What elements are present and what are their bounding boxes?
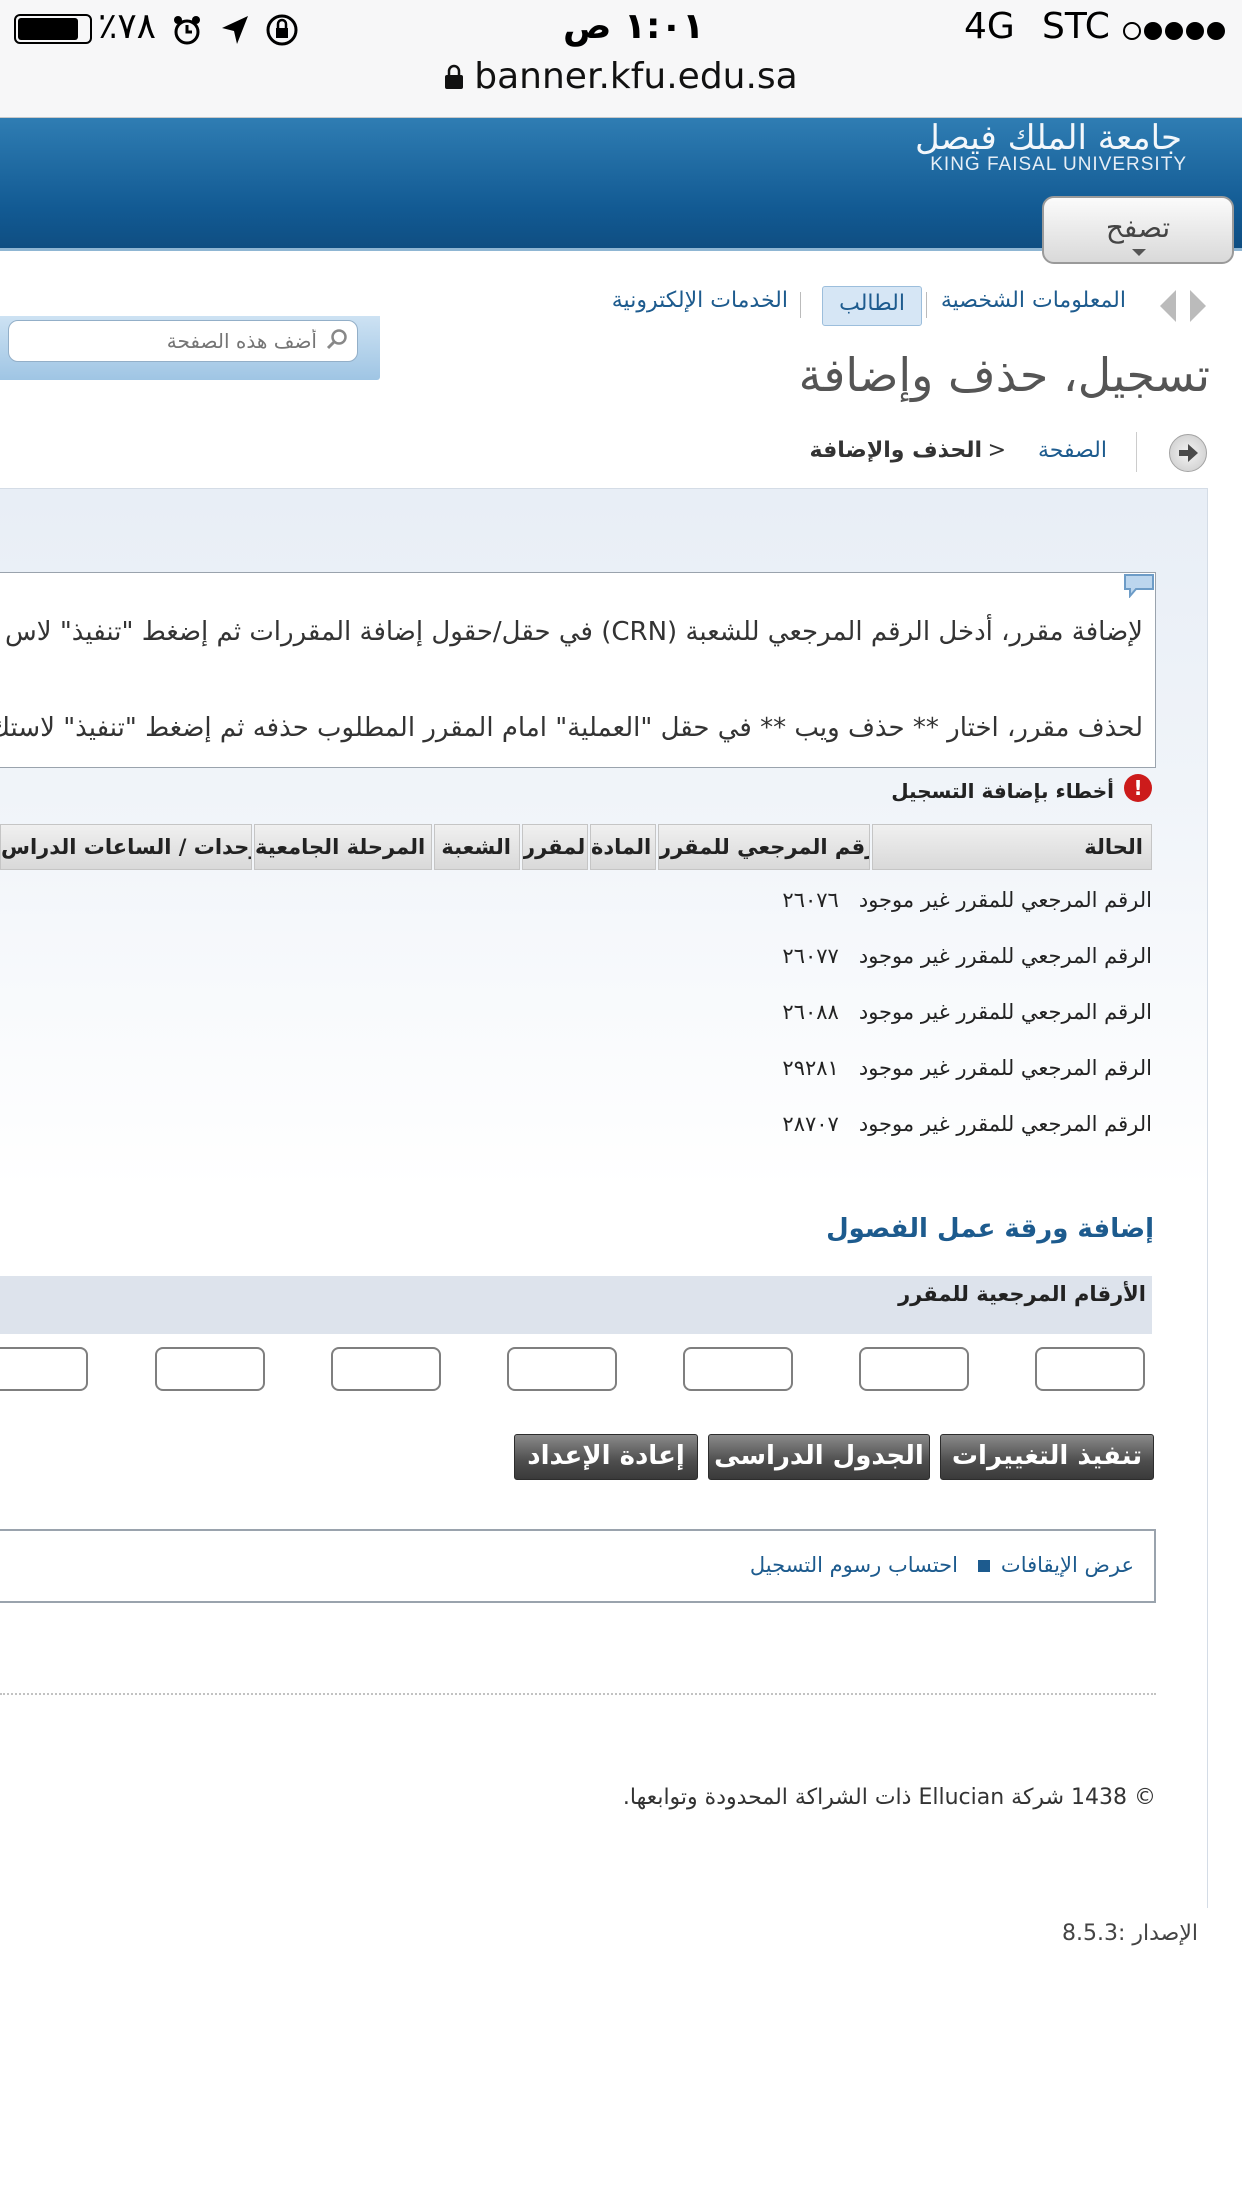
info-speech-bubble-icon [1122, 572, 1156, 599]
row-crn: ٢٩٢٨١ [782, 1056, 839, 1080]
reset-button[interactable]: إعادة الإعداد [514, 1434, 698, 1480]
breadcrumb-divider [1136, 432, 1137, 472]
column-header-course: المقرر [522, 824, 588, 870]
university-name-en: KING FAISAL UNIVERSITY [930, 154, 1187, 175]
error-icon: ! [1124, 774, 1152, 802]
column-header-crn: الرقم المرجعي للمقرر [658, 824, 870, 870]
crn-input-5[interactable] [331, 1347, 441, 1391]
info-drop-instruction: لحذف مقرر، اختار ** حذف ويب ** في حقل "ا… [0, 713, 1143, 743]
info-box: لإضافة مقرر، أدخل الرقم المرجعي للشعبة (… [0, 572, 1156, 768]
search-panel [0, 316, 380, 380]
fee-assessment-link[interactable]: احتساب رسوم التسجيل [750, 1553, 958, 1577]
column-header-subject: المادة [590, 824, 656, 870]
footer-divider [0, 1693, 1156, 1695]
table-row: الرقم المرجعي للمقرر غير موجود ٢٨٧٠٧ [782, 1112, 1152, 1136]
submit-changes-button[interactable]: تنفيذ التغييرات [940, 1434, 1154, 1480]
crn-input-7[interactable] [0, 1347, 88, 1391]
crn-label: الأرقام المرجعية للمقرر [898, 1282, 1146, 1306]
status-bar: ٪٧٨ ١:٠١ ص 4G STC banner.kfu.edu.sa [0, 0, 1242, 118]
errors-title: أخطاء بإضافة التسجيل [891, 779, 1114, 803]
signal-strength-icon [1122, 20, 1226, 46]
chevron-down-icon [1132, 249, 1146, 256]
breadcrumb-separator: > [987, 438, 1006, 463]
clock: ١:٠١ ص [563, 6, 705, 47]
tab-personal-info[interactable]: المعلومات الشخصية [941, 288, 1126, 313]
network-type: 4G [964, 6, 1015, 47]
url-bar[interactable]: banner.kfu.edu.sa [0, 56, 1242, 99]
university-name-ar: جامعة الملك فيصل [915, 118, 1182, 158]
alarm-icon [172, 14, 202, 50]
crn-input-2[interactable] [859, 1347, 969, 1391]
breadcrumb-current: الحذف والإضافة [809, 438, 982, 463]
search-icon[interactable] [326, 328, 348, 350]
row-status: الرقم المرجعي للمقرر غير موجود [858, 1056, 1152, 1080]
carrier-name: STC [1042, 6, 1110, 47]
worksheet-title: إضافة ورقة عمل الفصول [826, 1214, 1154, 1244]
crn-input-3[interactable] [683, 1347, 793, 1391]
url-text: banner.kfu.edu.sa [474, 56, 798, 97]
table-row: الرقم المرجعي للمقرر غير موجود ٢٦٠٧٦ [782, 888, 1152, 912]
row-crn: ٢٨٧٠٧ [782, 1112, 839, 1136]
column-header-level: المرحلة الجامعية [254, 824, 432, 870]
row-crn: ٢٦٠٧٦ [782, 888, 839, 912]
breadcrumb-arrow-icon[interactable] [1169, 434, 1207, 472]
table-row: الرقم المرجعي للمقرر غير موجود ٢٦٠٨٨ [782, 1000, 1152, 1024]
bullet-square-icon [978, 1560, 990, 1572]
column-header-status: الحالة [872, 824, 1152, 870]
nav-back-arrow-icon[interactable] [1160, 290, 1176, 322]
crn-input-1[interactable] [1035, 1347, 1145, 1391]
row-status: الرقم المرجعي للمقرر غير موجود [858, 1112, 1152, 1136]
breadcrumb-home[interactable]: الصفحة [1038, 438, 1107, 463]
browse-label: تصفح [1105, 211, 1171, 244]
row-status: الرقم المرجعي للمقرر غير موجود [858, 1000, 1152, 1024]
crn-input-6[interactable] [155, 1347, 265, 1391]
battery-percent: ٪٧٨ [98, 6, 157, 47]
column-header-section: الشعبة [434, 824, 520, 870]
browse-menu-button[interactable]: تصفح [1042, 196, 1234, 264]
nav-separator [800, 292, 801, 318]
add-page-input[interactable] [8, 320, 358, 362]
tab-student[interactable]: الطالب [822, 286, 922, 326]
tab-e-services[interactable]: الخدمات الإلكترونية [612, 288, 788, 313]
nav-forward-arrow-icon[interactable] [1190, 290, 1206, 322]
rotation-lock-icon [264, 12, 300, 52]
info-add-instruction: لإضافة مقرر، أدخل الرقم المرجعي للشعبة (… [4, 617, 1143, 647]
copyright-text: © 1438 شركة Ellucian ذات الشراكة المحدود… [622, 1785, 1156, 1810]
table-row: الرقم المرجعي للمقرر غير موجود ٢٦٠٧٧ [782, 944, 1152, 968]
nav-separator [926, 292, 927, 318]
page-title: تسجيل، حذف وإضافة [798, 348, 1210, 402]
column-header-credit-hours: الوحدات / الساعات الدراس [0, 824, 252, 870]
battery-icon [14, 14, 92, 44]
view-holds-link[interactable]: عرض الإيقافات [1001, 1553, 1134, 1577]
class-schedule-button[interactable]: الجدول الدراسى [708, 1434, 930, 1480]
table-row: الرقم المرجعي للمقرر غير موجود ٢٩٢٨١ [782, 1056, 1152, 1080]
location-arrow-icon [220, 14, 250, 50]
lock-icon [444, 58, 464, 99]
row-status: الرقم المرجعي للمقرر غير موجود [858, 888, 1152, 912]
version-text: الإصدار :8.5.3 [1061, 1921, 1198, 1946]
row-crn: ٢٦٠٧٧ [782, 944, 839, 968]
crn-input-4[interactable] [507, 1347, 617, 1391]
row-status: الرقم المرجعي للمقرر غير موجود [858, 944, 1152, 968]
row-crn: ٢٦٠٨٨ [782, 1000, 839, 1024]
